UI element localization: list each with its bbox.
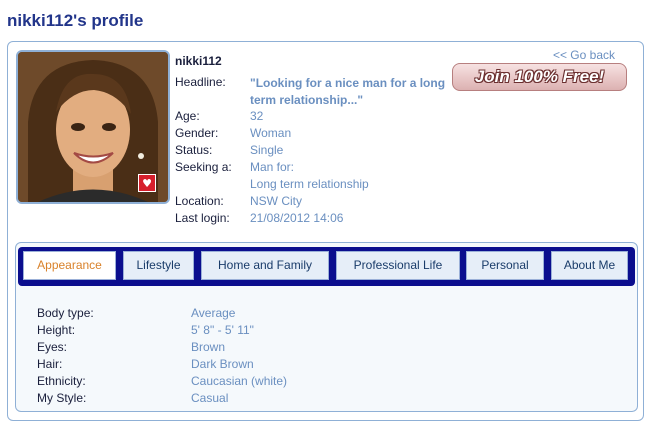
height-value: 5' 8" - 5' 11" — [191, 323, 254, 337]
tab-personal[interactable]: Personal — [466, 251, 544, 280]
eyes-value: Brown — [191, 340, 226, 354]
body-type-label: Body type: — [37, 306, 94, 320]
profile-card: ♥ nikki112 << Go back Join 100% Free! He… — [7, 41, 644, 421]
hair-label: Hair: — [37, 357, 63, 371]
tab-lifestyle[interactable]: Lifestyle — [123, 251, 194, 280]
location-value: NSW City — [250, 194, 302, 208]
ethnicity-value: Caucasian (white) — [191, 374, 288, 388]
status-label: Status: — [175, 143, 213, 157]
seeking-relationship-value: Long term relationship — [250, 177, 369, 191]
body-type-value: Average — [191, 306, 236, 320]
status-value: Single — [250, 143, 284, 157]
my-style-label: My Style: — [37, 391, 87, 405]
eyes-label: Eyes: — [37, 340, 68, 354]
heart-icon[interactable]: ♥ — [138, 174, 156, 192]
my-style-value: Casual — [191, 391, 229, 405]
hair-value: Dark Brown — [191, 357, 254, 371]
headline-value: "Looking for a nice man for a long term … — [250, 76, 446, 107]
age-value: 32 — [250, 109, 264, 123]
headline-label: Headline: — [175, 75, 226, 89]
page-title: nikki112's profile — [7, 11, 144, 30]
last-login-label: Last login: — [175, 211, 230, 225]
height-label: Height: — [37, 323, 76, 337]
ethnicity-label: Ethnicity: — [37, 374, 86, 388]
location-label: Location: — [175, 194, 224, 208]
go-back-link[interactable]: << Go back — [553, 48, 615, 62]
seeking-value: Man for: — [250, 160, 295, 174]
profile-username: nikki112 — [175, 54, 222, 68]
tab-appearance[interactable]: Appearance — [23, 251, 116, 280]
gender-value: Woman — [250, 126, 292, 140]
tab-bar: Appearance Lifestyle Home and Family Pro… — [18, 247, 635, 286]
tab-about-me[interactable]: About Me — [551, 251, 628, 280]
seeking-label: Seeking a: — [175, 160, 232, 174]
gender-label: Gender: — [175, 126, 219, 140]
profile-photo[interactable]: ♥ — [16, 50, 170, 204]
tab-professional-life[interactable]: Professional Life — [336, 251, 460, 280]
profile-tabs-panel: Appearance Lifestyle Home and Family Pro… — [15, 242, 638, 412]
tab-home-and-family[interactable]: Home and Family — [201, 251, 329, 280]
age-label: Age: — [175, 109, 200, 123]
join-free-button[interactable]: Join 100% Free! — [452, 63, 627, 91]
last-login-value: 21/08/2012 14:06 — [250, 211, 344, 225]
